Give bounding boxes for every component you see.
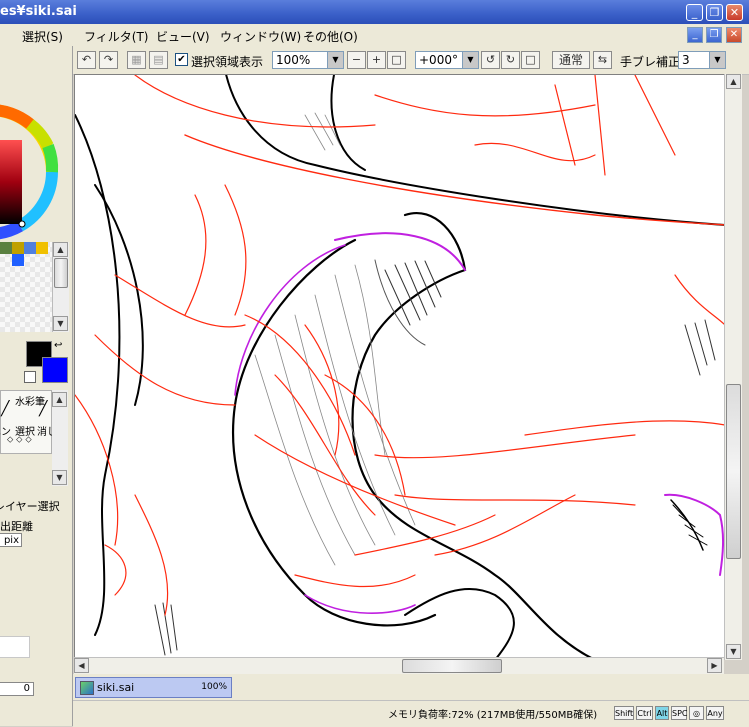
scroll-right-icon[interactable]: ▶ [707,658,722,673]
tool-icons-row: ⬦ ⬦ ⬦ [7,435,32,445]
rotation-dropdown[interactable]: +000° ▼ [415,51,479,69]
menu-other[interactable]: その他(O) [303,28,358,45]
select-area-label: 選択領域表示 [191,55,264,69]
distance-unit[interactable]: pix [0,533,22,547]
drawing-artwork [75,75,726,659]
close-button[interactable]: ✕ [726,4,743,21]
undo-icon[interactable]: ↶ [77,51,96,69]
minimize-button[interactable]: _ [686,4,703,21]
file-tab[interactable]: siki.sai 100% [75,677,232,698]
layer-select-label: レイヤー選択 [0,500,60,513]
menu-view[interactable]: ビュー(V) [156,28,210,45]
menu-window[interactable]: ウィンドウ(W) [220,28,301,45]
scroll-up-icon[interactable]: ▲ [52,392,67,407]
scroll-down-icon[interactable]: ▼ [726,644,741,659]
menu-filter[interactable]: フィルタ(T) [84,28,148,45]
select-area-checkbox[interactable]: ✔ [175,53,188,66]
flip-icon[interactable]: ⇆ [593,51,612,69]
stabilizer-label: 手ブレ補正 [620,55,681,69]
redo-icon[interactable]: ↷ [99,51,118,69]
toolbar: ↶ ↷ ▦ ▤ ✔ 選択領域表示 100% ▼ − + □ +000° ▼ ↺ … [73,46,749,75]
swatch-palette[interactable] [0,242,52,332]
file-icon [80,681,94,695]
tool-scrollbar[interactable]: ▲ ▼ [52,390,68,486]
reset-colors-icon[interactable] [24,371,36,383]
scroll-down-icon[interactable]: ▼ [52,470,67,485]
status-bar: メモリ負荷率:72% (217MB使用/550MB確保) Shift Ctrl Al… [73,700,749,727]
stabilizer-value: 3 [682,53,690,67]
palette-scrollbar[interactable]: ▲ ▼ [52,242,69,332]
modifier-key-1: Ctrl [636,706,653,720]
zoom-dropdown[interactable]: 100% ▼ [272,51,344,69]
title-bar: es¥siki.sai _ ❐ ✕ [0,0,749,24]
doc-restore-button[interactable]: ❐ [706,27,722,43]
modifier-key-3: SPC [671,706,688,720]
doc-close-button[interactable]: ✕ [726,27,742,43]
swatch[interactable] [12,242,24,254]
swatch[interactable] [24,242,36,254]
empty-button[interactable] [0,636,30,658]
zoom-reset-icon[interactable]: □ [387,51,406,69]
swatch[interactable] [12,254,24,266]
rotate-right-icon[interactable]: ↻ [501,51,520,69]
swatch[interactable] [36,242,48,254]
chevron-down-icon: ▼ [462,52,478,68]
brush-icon: ╱ [39,401,48,417]
horizontal-scroll-thumb[interactable] [402,659,502,673]
distance-label: 出距離 [0,520,33,533]
menu-bar: 選択(S) フィルタ(T) ビュー(V) ウィンドウ(W) その他(O) _ ❐… [0,24,749,47]
rotate-left-icon[interactable]: ↺ [481,51,500,69]
doc-minimize-button[interactable]: _ [687,27,703,43]
menu-select[interactable]: 選択(S) [22,28,63,45]
zoom-value: 100% [276,53,311,67]
canvas[interactable] [74,74,727,660]
select-all-icon[interactable]: ▤ [149,51,168,69]
file-tab-name: siki.sai [97,681,135,694]
stabilizer-dropdown[interactable]: 3 ▼ [678,51,726,69]
value-field[interactable]: 0 [0,682,34,696]
chevron-down-icon: ▼ [327,52,343,68]
file-tab-bar: siki.sai 100% [73,674,749,700]
swap-colors-icon[interactable]: ↩ [54,340,62,351]
swatch[interactable] [0,242,12,254]
modifier-key-0: Shift [614,706,634,720]
window-title: es¥siki.sai [0,4,77,19]
modifier-key-5: Any [706,706,724,720]
rotation-value: +000° [419,53,458,67]
left-panel: ▲ ▼ ↩ 水彩筆 ╱ ╱ ペン 選択 消し ⬦ ⬦ ⬦ ▲ ▼ レイヤー選択 … [0,46,73,726]
chevron-down-icon: ▼ [709,52,725,68]
horizontal-scrollbar[interactable]: ◀ ▶ [74,657,724,674]
brush-icon: ╱ [1,401,10,417]
modifier-key-4: ◎ [689,706,704,720]
secondary-color[interactable] [42,357,68,383]
zoom-out-button[interactable]: − [347,51,366,69]
scroll-thumb[interactable] [54,258,68,288]
zoom-in-button[interactable]: + [367,51,386,69]
scroll-left-icon[interactable]: ◀ [74,658,89,673]
vertical-scrollbar[interactable]: ▲ ▼ [724,74,742,660]
tool-list: 水彩筆 ╱ ╱ ペン 選択 消し ⬦ ⬦ ⬦ [0,390,57,454]
scroll-up-icon[interactable]: ▲ [726,74,741,89]
file-tab-zoom: 100% [201,682,227,692]
blend-mode-button[interactable]: 通常 [552,51,590,69]
scroll-down-icon[interactable]: ▼ [53,316,68,331]
memory-status: メモリ負荷率:72% (217MB使用/550MB確保) [388,710,598,721]
scroll-up-icon[interactable]: ▲ [53,242,68,257]
rotate-reset-icon[interactable]: □ [521,51,540,69]
modifier-key-2: Alt [655,706,669,720]
vertical-scroll-thumb[interactable] [726,384,741,559]
deselect-icon[interactable]: ▦ [127,51,146,69]
maximize-button[interactable]: ❐ [706,4,723,21]
